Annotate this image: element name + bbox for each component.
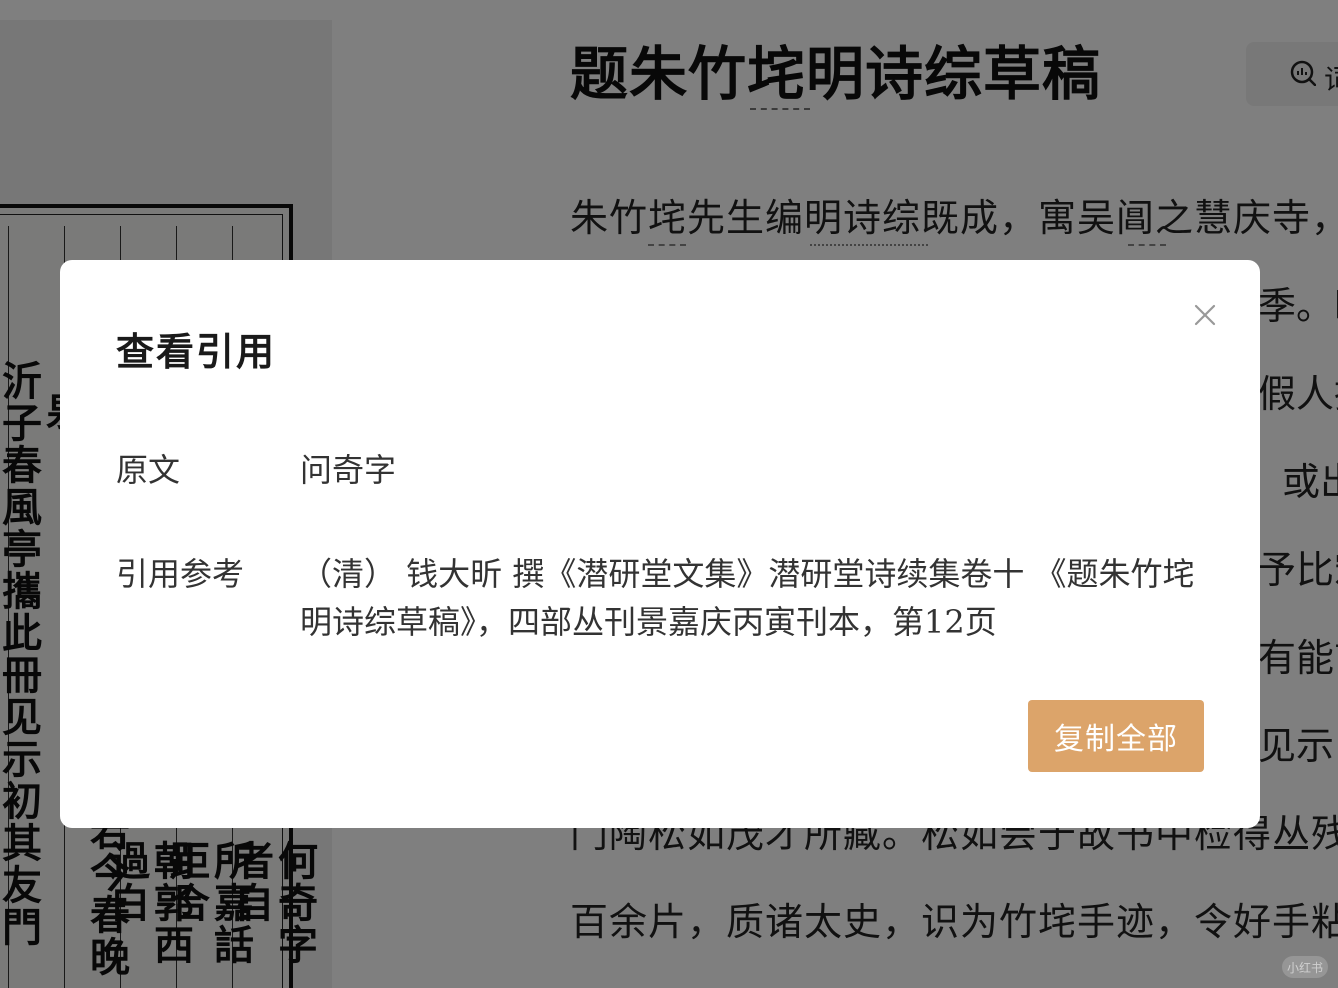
dialog-title: 查看引用 [116,329,277,374]
citation-reference-value: （清） 钱大昕 撰《潜研堂文集》潜研堂诗续集卷十 《题朱竹垞明诗综草稿》，四部丛… [300,555,1195,641]
citation-reference-label: 引用参考 [116,555,245,593]
close-icon[interactable] [1190,300,1220,330]
copy-all-button[interactable]: 复制全部 [1028,700,1204,772]
original-text-value: 问奇字 [300,451,397,489]
original-text-label: 原文 [116,451,181,489]
citation-dialog: 查看引用 原文 问奇字 引用参考 （清） 钱大昕 撰《潜研堂文集》潜研堂诗续集卷… [60,260,1260,828]
watermark: 小红书 [1282,956,1328,978]
